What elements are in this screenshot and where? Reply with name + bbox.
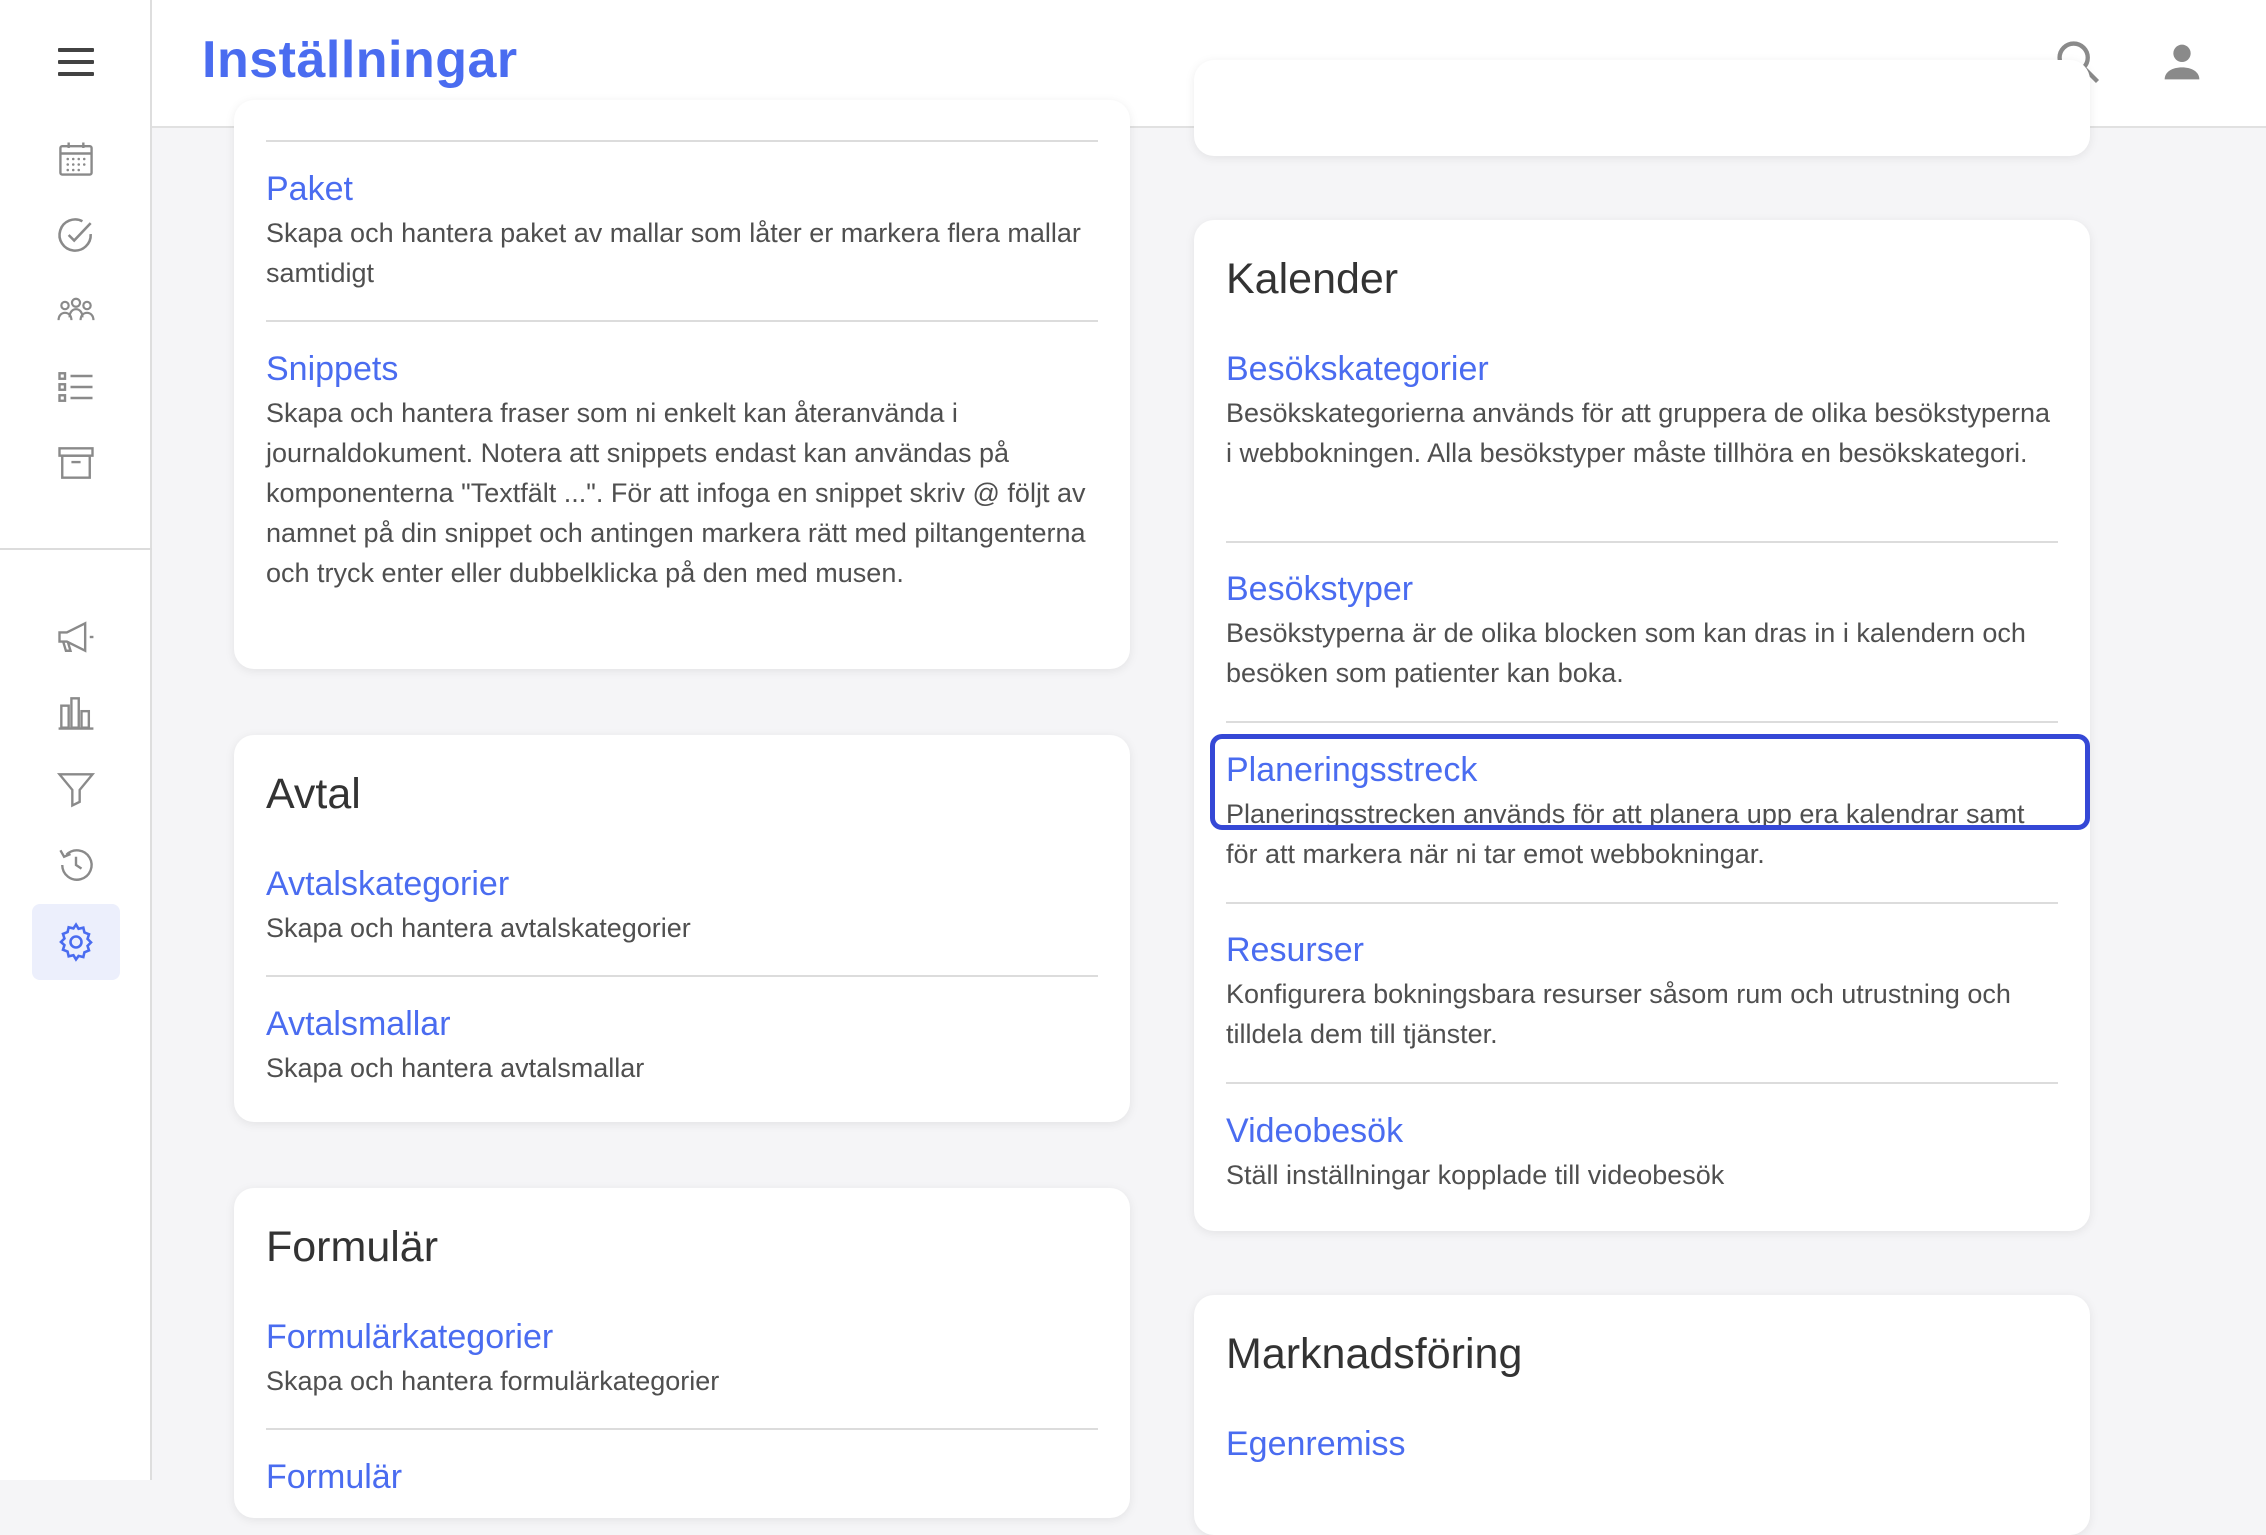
hamburger-menu-icon[interactable] — [54, 44, 98, 80]
card-title: Formulär — [266, 1223, 439, 1271]
separator — [266, 320, 1098, 322]
megaphone-icon[interactable] — [48, 609, 104, 665]
item-description: Planeringsstrecken används för att plane… — [1226, 799, 2025, 869]
archive-icon[interactable] — [48, 435, 104, 491]
separator — [1226, 1082, 2058, 1084]
besokskategorier-link[interactable]: Besökskategorier — [1226, 350, 2062, 389]
planeringsstreck-link[interactable]: Planeringsstreck — [1226, 751, 2062, 790]
list-item: Snippets Skapa och hantera fraser som ni… — [266, 350, 1102, 593]
item-description: Konfigurera bokningsbara resurser såsom … — [1226, 979, 2011, 1049]
account-icon[interactable] — [2152, 32, 2212, 92]
item-description: Skapa och hantera fraser som ni enkelt k… — [266, 398, 1086, 588]
list-item: Besökstyper Besökstyperna är de olika bl… — [1226, 570, 2062, 693]
formular-link[interactable]: Formulär — [266, 1458, 1102, 1497]
resurser-link[interactable]: Resurser — [1226, 931, 2062, 970]
card-title: Marknadsföring — [1226, 1330, 1523, 1378]
separator — [266, 975, 1098, 977]
sidebar — [0, 0, 152, 1480]
kalender-card: Kalender Besökskategorier Besökskategori… — [1194, 220, 2090, 1231]
formularkategorier-link[interactable]: Formulärkategorier — [266, 1318, 1102, 1357]
separator — [266, 1428, 1098, 1430]
list-item: Avtalskategorier Skapa och hantera avtal… — [266, 865, 1102, 948]
list-item: Resurser Konfigurera bokningsbara resurs… — [1226, 931, 2062, 1054]
filter-icon[interactable] — [48, 761, 104, 817]
list-item: Videobesök Ställ inställningar kopplade … — [1226, 1112, 2062, 1195]
item-description: Besökstyperna är de olika blocken som ka… — [1226, 618, 2026, 688]
item-description: Skapa och hantera formulärkategorier — [266, 1366, 720, 1396]
previous-card-bottom — [1194, 60, 2090, 156]
card-title: Avtal — [266, 770, 361, 818]
list-icon[interactable] — [48, 359, 104, 415]
item-description: Skapa och hantera avtalskategorier — [266, 913, 691, 943]
avtalskategorier-link[interactable]: Avtalskategorier — [266, 865, 1102, 904]
videobesok-link[interactable]: Videobesök — [1226, 1112, 2062, 1151]
separator — [266, 140, 1098, 142]
formular-card: Formulär Formulärkategorier Skapa och ha… — [234, 1188, 1130, 1518]
item-description: Ställ inställningar kopplade till videob… — [1226, 1160, 1725, 1190]
history-icon[interactable] — [48, 837, 104, 893]
list-item: Avtalsmallar Skapa och hantera avtalsmal… — [266, 1005, 1102, 1088]
card-title: Kalender — [1226, 255, 1399, 303]
list-item: Planeringsstreck Planeringsstrecken anvä… — [1226, 751, 2062, 874]
patients-group-icon[interactable] — [48, 283, 104, 339]
separator — [1226, 902, 2058, 904]
check-circle-icon[interactable] — [48, 207, 104, 263]
egenremiss-link[interactable]: Egenremiss — [1226, 1425, 2062, 1464]
separator — [1226, 541, 2058, 543]
avtal-card: Avtal Avtalskategorier Skapa och hantera… — [234, 735, 1130, 1122]
item-description: Besökskategorierna används för att grupp… — [1226, 398, 2051, 468]
calendar-icon[interactable] — [48, 131, 104, 187]
settings-gear-icon[interactable] — [32, 904, 120, 980]
bar-chart-icon[interactable] — [48, 685, 104, 741]
item-description: Skapa och hantera paket av mallar som lå… — [266, 218, 1081, 288]
list-item: Besökskategorier Besökskategorierna anvä… — [1226, 350, 2062, 473]
besokstyper-link[interactable]: Besökstyper — [1226, 570, 2062, 609]
page-title: Inställningar — [202, 31, 518, 89]
templates-card: Paket Skapa och hantera paket av mallar … — [234, 100, 1130, 669]
separator — [1226, 721, 2058, 723]
snippets-link[interactable]: Snippets — [266, 350, 1102, 389]
marknadsforing-card: Marknadsföring Egenremiss — [1194, 1295, 2090, 1535]
item-description: Skapa och hantera avtalsmallar — [266, 1053, 645, 1083]
avtalsmallar-link[interactable]: Avtalsmallar — [266, 1005, 1102, 1044]
list-item: Paket Skapa och hantera paket av mallar … — [266, 170, 1102, 293]
paket-link[interactable]: Paket — [266, 170, 1102, 209]
list-item: Egenremiss — [1226, 1425, 2062, 1468]
list-item: Formulärkategorier Skapa och hantera for… — [266, 1318, 1102, 1401]
sidebar-divider — [0, 548, 152, 550]
